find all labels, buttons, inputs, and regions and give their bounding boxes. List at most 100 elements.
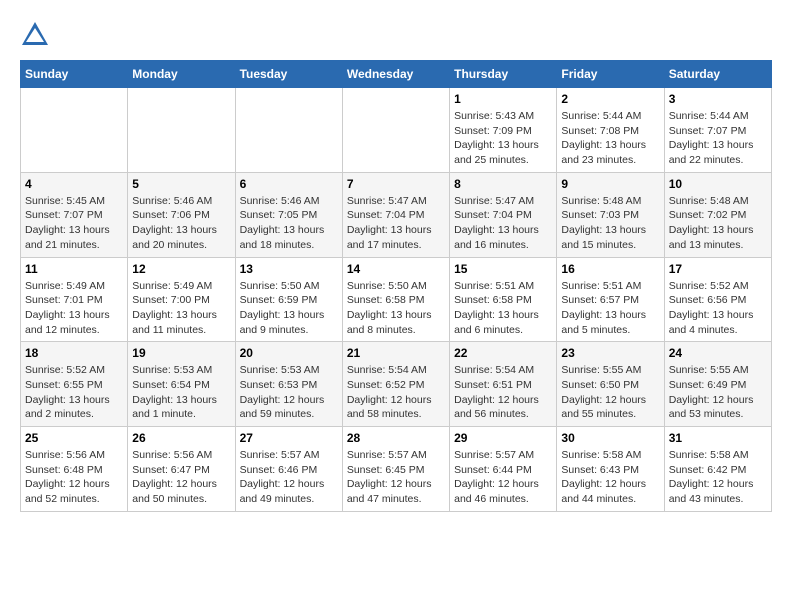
day-info: Sunrise: 5:54 AMSunset: 6:51 PMDaylight:… [454,363,552,422]
day-cell: 28Sunrise: 5:57 AMSunset: 6:45 PMDayligh… [342,427,449,512]
day-info: Sunrise: 5:58 AMSunset: 6:42 PMDaylight:… [669,448,767,507]
day-cell: 10Sunrise: 5:48 AMSunset: 7:02 PMDayligh… [664,172,771,257]
weekday-header-sunday: Sunday [21,61,128,88]
day-cell: 22 Sunrise: 5:54 AMSunset: 6:51 PMDayligh… [450,342,557,427]
day-number: 5 [132,177,230,191]
day-cell: 30 Sunrise: 5:58 AMSunset: 6:43 PMDayligh… [557,427,664,512]
day-cell: 19 Sunrise: 5:53 AMSunset: 6:54 PMDayligh… [128,342,235,427]
day-cell: 16 Sunrise: 5:51 AMSunset: 6:57 PMDayligh… [557,257,664,342]
weekday-header-tuesday: Tuesday [235,61,342,88]
day-info: Sunrise: 5:57 AMSunset: 6:44 PMDaylight:… [454,448,552,507]
day-number: 18 [25,346,123,360]
day-number: 14 [347,262,445,276]
day-info: Sunrise: 5:46 AMSunset: 7:05 PMDaylight:… [240,194,338,253]
day-info: Sunrise: 5:56 AMSunset: 6:47 PMDaylight:… [132,448,230,507]
day-number: 13 [240,262,338,276]
day-number: 31 [669,431,767,445]
day-info: Sunrise: 5:56 AMSunset: 6:48 PMDaylight:… [25,448,123,507]
day-number: 17 [669,262,767,276]
day-number: 10 [669,177,767,191]
day-number: 30 [561,431,659,445]
week-row-4: 18 Sunrise: 5:52 AMSunset: 6:55 PMDayligh… [21,342,772,427]
day-info: Sunrise: 5:44 AMSunset: 7:07 PMDaylight:… [669,109,767,168]
day-cell: 8Sunrise: 5:47 AMSunset: 7:04 PMDaylight… [450,172,557,257]
day-info: Sunrise: 5:53 AMSunset: 6:54 PMDaylight:… [132,363,230,422]
day-cell: 24 Sunrise: 5:55 AMSunset: 6:49 PMDayligh… [664,342,771,427]
calendar-table: SundayMondayTuesdayWednesdayThursdayFrid… [20,60,772,512]
day-cell: 11 Sunrise: 5:49 AMSunset: 7:01 PMDayligh… [21,257,128,342]
logo [20,20,52,50]
day-info: Sunrise: 5:43 AMSunset: 7:09 PMDaylight:… [454,109,552,168]
day-info: Sunrise: 5:57 AMSunset: 6:46 PMDaylight:… [240,448,338,507]
day-info: Sunrise: 5:54 AMSunset: 6:52 PMDaylight:… [347,363,445,422]
day-number: 7 [347,177,445,191]
day-cell: 3 Sunrise: 5:44 AMSunset: 7:07 PMDaylight… [664,88,771,173]
day-cell: 29 Sunrise: 5:57 AMSunset: 6:44 PMDayligh… [450,427,557,512]
logo-icon [20,20,50,50]
day-number: 25 [25,431,123,445]
day-number: 23 [561,346,659,360]
page-header [20,20,772,50]
day-number: 21 [347,346,445,360]
day-info: Sunrise: 5:44 AMSunset: 7:08 PMDaylight:… [561,109,659,168]
week-row-2: 4 Sunrise: 5:45 AMSunset: 7:07 PMDaylight… [21,172,772,257]
day-cell: 2 Sunrise: 5:44 AMSunset: 7:08 PMDaylight… [557,88,664,173]
day-info: Sunrise: 5:55 AMSunset: 6:50 PMDaylight:… [561,363,659,422]
weekday-header-monday: Monday [128,61,235,88]
weekday-header-friday: Friday [557,61,664,88]
day-cell [235,88,342,173]
day-cell: 26Sunrise: 5:56 AMSunset: 6:47 PMDayligh… [128,427,235,512]
day-number: 22 [454,346,552,360]
week-row-1: 1 Sunrise: 5:43 AMSunset: 7:09 PMDaylight… [21,88,772,173]
day-number: 27 [240,431,338,445]
day-info: Sunrise: 5:49 AMSunset: 7:00 PMDaylight:… [132,279,230,338]
week-row-3: 11 Sunrise: 5:49 AMSunset: 7:01 PMDayligh… [21,257,772,342]
day-number: 16 [561,262,659,276]
day-cell [342,88,449,173]
day-info: Sunrise: 5:48 AMSunset: 7:03 PMDaylight:… [561,194,659,253]
day-cell: 12 Sunrise: 5:49 AMSunset: 7:00 PMDayligh… [128,257,235,342]
day-cell: 7 Sunrise: 5:47 AMSunset: 7:04 PMDaylight… [342,172,449,257]
day-info: Sunrise: 5:45 AMSunset: 7:07 PMDaylight:… [25,194,123,253]
day-cell: 6 Sunrise: 5:46 AMSunset: 7:05 PMDaylight… [235,172,342,257]
day-cell: 1 Sunrise: 5:43 AMSunset: 7:09 PMDaylight… [450,88,557,173]
day-number: 4 [25,177,123,191]
day-number: 15 [454,262,552,276]
day-info: Sunrise: 5:47 AMSunset: 7:04 PMDaylight:… [454,194,552,253]
day-number: 24 [669,346,767,360]
day-info: Sunrise: 5:55 AMSunset: 6:49 PMDaylight:… [669,363,767,422]
week-row-5: 25 Sunrise: 5:56 AMSunset: 6:48 PMDayligh… [21,427,772,512]
day-info: Sunrise: 5:51 AMSunset: 6:58 PMDaylight:… [454,279,552,338]
day-number: 29 [454,431,552,445]
weekday-header-row: SundayMondayTuesdayWednesdayThursdayFrid… [21,61,772,88]
day-number: 1 [454,92,552,106]
day-number: 3 [669,92,767,106]
day-number: 20 [240,346,338,360]
day-cell: 9 Sunrise: 5:48 AMSunset: 7:03 PMDaylight… [557,172,664,257]
day-cell: 25 Sunrise: 5:56 AMSunset: 6:48 PMDayligh… [21,427,128,512]
day-number: 19 [132,346,230,360]
day-cell: 17Sunrise: 5:52 AMSunset: 6:56 PMDayligh… [664,257,771,342]
weekday-header-wednesday: Wednesday [342,61,449,88]
day-info: Sunrise: 5:52 AMSunset: 6:55 PMDaylight:… [25,363,123,422]
day-number: 12 [132,262,230,276]
day-cell: 15 Sunrise: 5:51 AMSunset: 6:58 PMDayligh… [450,257,557,342]
day-cell: 23 Sunrise: 5:55 AMSunset: 6:50 PMDayligh… [557,342,664,427]
day-cell: 21 Sunrise: 5:54 AMSunset: 6:52 PMDayligh… [342,342,449,427]
day-info: Sunrise: 5:49 AMSunset: 7:01 PMDaylight:… [25,279,123,338]
weekday-header-thursday: Thursday [450,61,557,88]
day-number: 9 [561,177,659,191]
day-cell: 31 Sunrise: 5:58 AMSunset: 6:42 PMDayligh… [664,427,771,512]
day-number: 11 [25,262,123,276]
day-number: 2 [561,92,659,106]
day-cell: 4 Sunrise: 5:45 AMSunset: 7:07 PMDaylight… [21,172,128,257]
day-info: Sunrise: 5:58 AMSunset: 6:43 PMDaylight:… [561,448,659,507]
day-cell: 14Sunrise: 5:50 AMSunset: 6:58 PMDayligh… [342,257,449,342]
day-info: Sunrise: 5:51 AMSunset: 6:57 PMDaylight:… [561,279,659,338]
day-cell [128,88,235,173]
day-number: 6 [240,177,338,191]
day-cell: 18 Sunrise: 5:52 AMSunset: 6:55 PMDayligh… [21,342,128,427]
day-cell: 27 Sunrise: 5:57 AMSunset: 6:46 PMDayligh… [235,427,342,512]
day-info: Sunrise: 5:47 AMSunset: 7:04 PMDaylight:… [347,194,445,253]
day-number: 28 [347,431,445,445]
